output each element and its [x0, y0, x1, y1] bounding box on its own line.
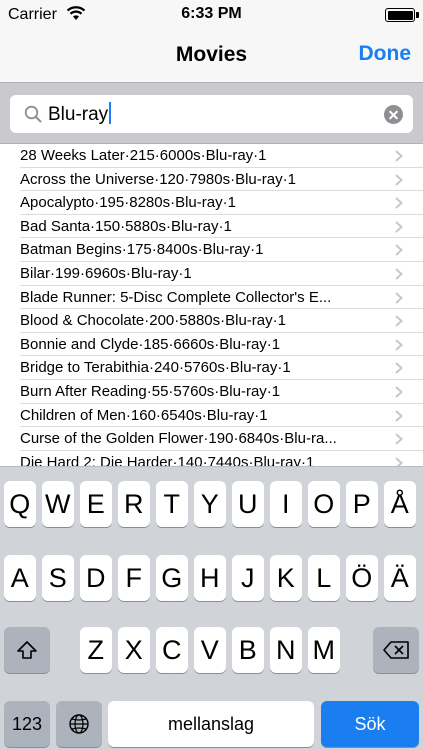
key-o[interactable]: O [308, 481, 340, 527]
key-e[interactable]: E [80, 481, 112, 527]
key-m[interactable]: M [308, 627, 340, 673]
battery-level [387, 10, 413, 20]
list-item[interactable]: Blade Runner: 5-Disc Complete Collector'… [20, 286, 423, 310]
backspace-icon [383, 641, 409, 659]
list-item-label: Bad Santa·150·5880s·Blu-ray·1 [20, 217, 232, 235]
globe-key[interactable] [56, 701, 102, 747]
status-time: 6:33 PM [181, 5, 242, 22]
key-r[interactable]: R [118, 481, 150, 527]
key-b[interactable]: B [232, 627, 264, 673]
search-bar: Blu-ray [0, 82, 423, 144]
key-x[interactable]: X [118, 627, 150, 673]
shift-key[interactable] [4, 627, 50, 673]
key-j[interactable]: J [232, 555, 264, 601]
list-item[interactable]: Die Hard 2: Die Harder·140·7440s·Blu-ray… [20, 451, 423, 466]
chevron-right-icon [395, 409, 403, 422]
list-item-label: Bonnie and Clyde·185·6660s·Blu-ray·1 [20, 335, 281, 353]
chevron-right-icon [395, 362, 403, 375]
key-n[interactable]: N [270, 627, 302, 673]
key-h[interactable]: H [194, 555, 226, 601]
key-a[interactable]: A [4, 555, 36, 601]
key-ö[interactable]: Ö [346, 555, 378, 601]
numbers-key[interactable]: 123 [4, 701, 50, 747]
chevron-right-icon [395, 268, 403, 280]
space-key[interactable]: mellanslag [108, 701, 314, 747]
chevron-right-icon [395, 221, 403, 233]
list-item[interactable]: 28 Weeks Later·215·6000s·Blu-ray·1 [20, 144, 423, 168]
list-item-label: Blood & Chocolate·200·5880s·Blu-ray·1 [20, 312, 286, 330]
key-p[interactable]: P [346, 481, 378, 527]
chevron-right-icon [395, 244, 403, 257]
list-item[interactable]: Bilar·199·6960s·Blu-ray·1 [20, 262, 423, 286]
search-input-text: Blu-ray [48, 104, 109, 125]
list-item-label: Blade Runner: 5-Disc Complete Collector'… [20, 288, 332, 306]
key-k[interactable]: K [270, 555, 302, 601]
globe-icon [69, 714, 89, 734]
key-t[interactable]: T [156, 481, 188, 527]
key-q[interactable]: Q [4, 481, 36, 527]
list-item-label: Die Hard 2: Die Harder·140·7440s·Blu-ray… [20, 453, 315, 466]
list-item[interactable]: Children of Men·160·6540s·Blu-ray·1 [20, 404, 423, 428]
done-button[interactable]: Done [359, 42, 412, 66]
chevron-right-icon [395, 386, 403, 398]
list-item[interactable]: Burn After Reading·55·5760s·Blu-ray·1 [20, 380, 423, 404]
list-item[interactable]: Bad Santa·150·5880s·Blu-ray·1 [20, 215, 423, 239]
search-field[interactable]: Blu-ray [10, 95, 413, 133]
list-item-label: Burn After Reading·55·5760s·Blu-ray·1 [20, 382, 281, 400]
key-c[interactable]: C [156, 627, 188, 673]
key-ä[interactable]: Ä [384, 555, 416, 601]
key-v[interactable]: V [194, 627, 226, 673]
clear-icon[interactable] [384, 105, 403, 124]
chevron-right-icon [395, 173, 403, 186]
key-g[interactable]: G [156, 555, 188, 601]
movie-list: 28 Weeks Later·215·6000s·Blu-ray·1 Across… [0, 144, 423, 466]
key-f[interactable]: F [118, 555, 150, 601]
keyboard: Q W E R T Y U I O P Å A S D F G H J K L Ö Ä Z X C V B N M 123 mellansl… [0, 466, 423, 750]
list-item[interactable]: Blood & Chocolate·200·5880s·Blu-ray·1 [20, 309, 423, 333]
list-item-label: Children of Men·160·6540s·Blu-ray·1 [20, 406, 268, 424]
list-item[interactable]: Bridge to Terabithia·240·5760s·Blu-ray·1 [20, 356, 423, 380]
list-item[interactable]: Apocalypto·195·8280s·Blu-ray·1 [20, 191, 423, 215]
key-d[interactable]: D [80, 555, 112, 601]
status-bar: Carrier 6:33 PM [0, 0, 423, 30]
chevron-right-icon [395, 433, 403, 445]
list-item[interactable]: Across the Universe·120·7980s·Blu-ray·1 [20, 168, 423, 192]
list-item-label: Apocalypto·195·8280s·Blu-ray·1 [20, 194, 236, 212]
delete-key[interactable] [373, 627, 419, 673]
list-item[interactable]: Batman Begins·175·8400s·Blu-ray·1 [20, 238, 423, 262]
key-l[interactable]: L [308, 555, 340, 601]
chevron-right-icon [395, 150, 403, 162]
chevron-right-icon [395, 291, 403, 304]
list-item-label: Curse of the Golden Flower·190·6840s·Blu… [20, 430, 337, 448]
list-item-label: 28 Weeks Later·215·6000s·Blu-ray·1 [20, 147, 267, 164]
chevron-right-icon [395, 456, 403, 466]
nav-bar: Movies Done [0, 30, 423, 82]
shift-icon [17, 641, 37, 659]
key-y[interactable]: Y [194, 481, 226, 527]
chevron-right-icon [395, 315, 403, 327]
text-caret [109, 102, 112, 124]
search-icon [24, 105, 42, 123]
key-w[interactable]: W [42, 481, 74, 527]
list-item-label: Bridge to Terabithia·240·5760s·Blu-ray·1 [20, 359, 291, 377]
list-item-label: Bilar·199·6960s·Blu-ray·1 [20, 264, 192, 282]
search-input[interactable]: Blu-ray [48, 102, 112, 127]
key-u[interactable]: U [232, 481, 264, 527]
key-å[interactable]: Å [384, 481, 416, 527]
list-item-label: Batman Begins·175·8400s·Blu-ray·1 [20, 241, 264, 259]
chevron-right-icon [395, 197, 403, 209]
key-z[interactable]: Z [80, 627, 112, 673]
key-i[interactable]: I [270, 481, 302, 527]
search-key[interactable]: Sök [321, 701, 419, 747]
list-item[interactable]: Bonnie and Clyde·185·6660s·Blu-ray·1 [20, 333, 423, 357]
battery-icon [385, 8, 419, 22]
list-item-label: Across the Universe·120·7980s·Blu-ray·1 [20, 170, 296, 188]
key-s[interactable]: S [42, 555, 74, 601]
list-item[interactable]: Curse of the Golden Flower·190·6840s·Blu… [20, 427, 423, 451]
chevron-right-icon [395, 339, 403, 351]
